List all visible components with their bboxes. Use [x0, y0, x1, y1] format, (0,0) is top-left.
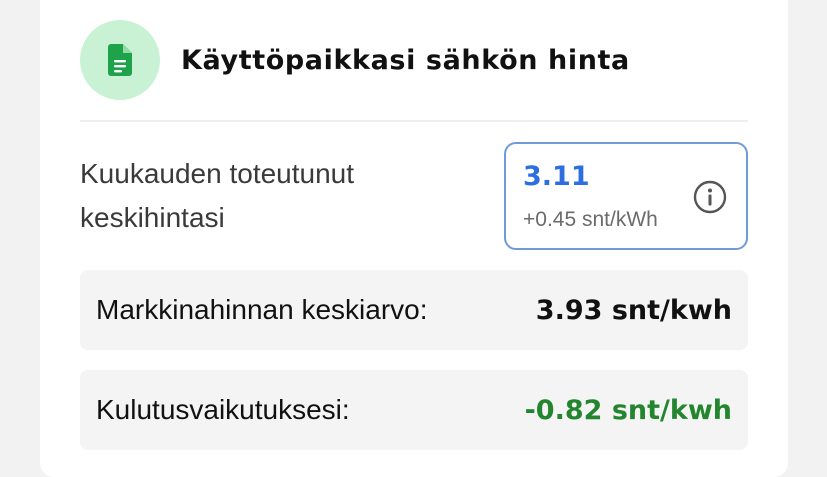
- consumption-effect-label: Kulutusvaikutuksesi:: [96, 394, 350, 425]
- consumption-effect-row: Kulutusvaikutuksesi: -0.82 snt/kwh: [80, 370, 748, 450]
- document-icon-badge: [80, 20, 160, 100]
- market-average-label: Markkinahinnan keskiarvo:: [96, 294, 428, 325]
- card-header: Käyttöpaikkasi sähkön hinta: [80, 20, 748, 100]
- monthly-price-value: 3.11: [523, 161, 590, 192]
- monthly-price-box[interactable]: 3.11 +0.45 snt/kWh: [504, 142, 748, 250]
- divider: [80, 120, 748, 122]
- card-title: Käyttöpaikkasi sähkön hinta: [181, 44, 630, 76]
- monthly-price-label: Kuukauden toteutunut keskihintasi: [80, 158, 355, 233]
- price-card: Käyttöpaikkasi sähkön hinta Kuukauden to…: [40, 0, 788, 477]
- info-icon[interactable]: [693, 180, 727, 214]
- monthly-price-delta: +0.45 snt/kWh: [523, 208, 658, 231]
- market-average-row: Markkinahinnan keskiarvo: 3.93 snt/kwh: [80, 270, 748, 350]
- consumption-effect-value: -0.82 snt/kwh: [524, 394, 732, 426]
- document-icon: [108, 44, 132, 76]
- market-average-value: 3.93 snt/kwh: [535, 294, 732, 326]
